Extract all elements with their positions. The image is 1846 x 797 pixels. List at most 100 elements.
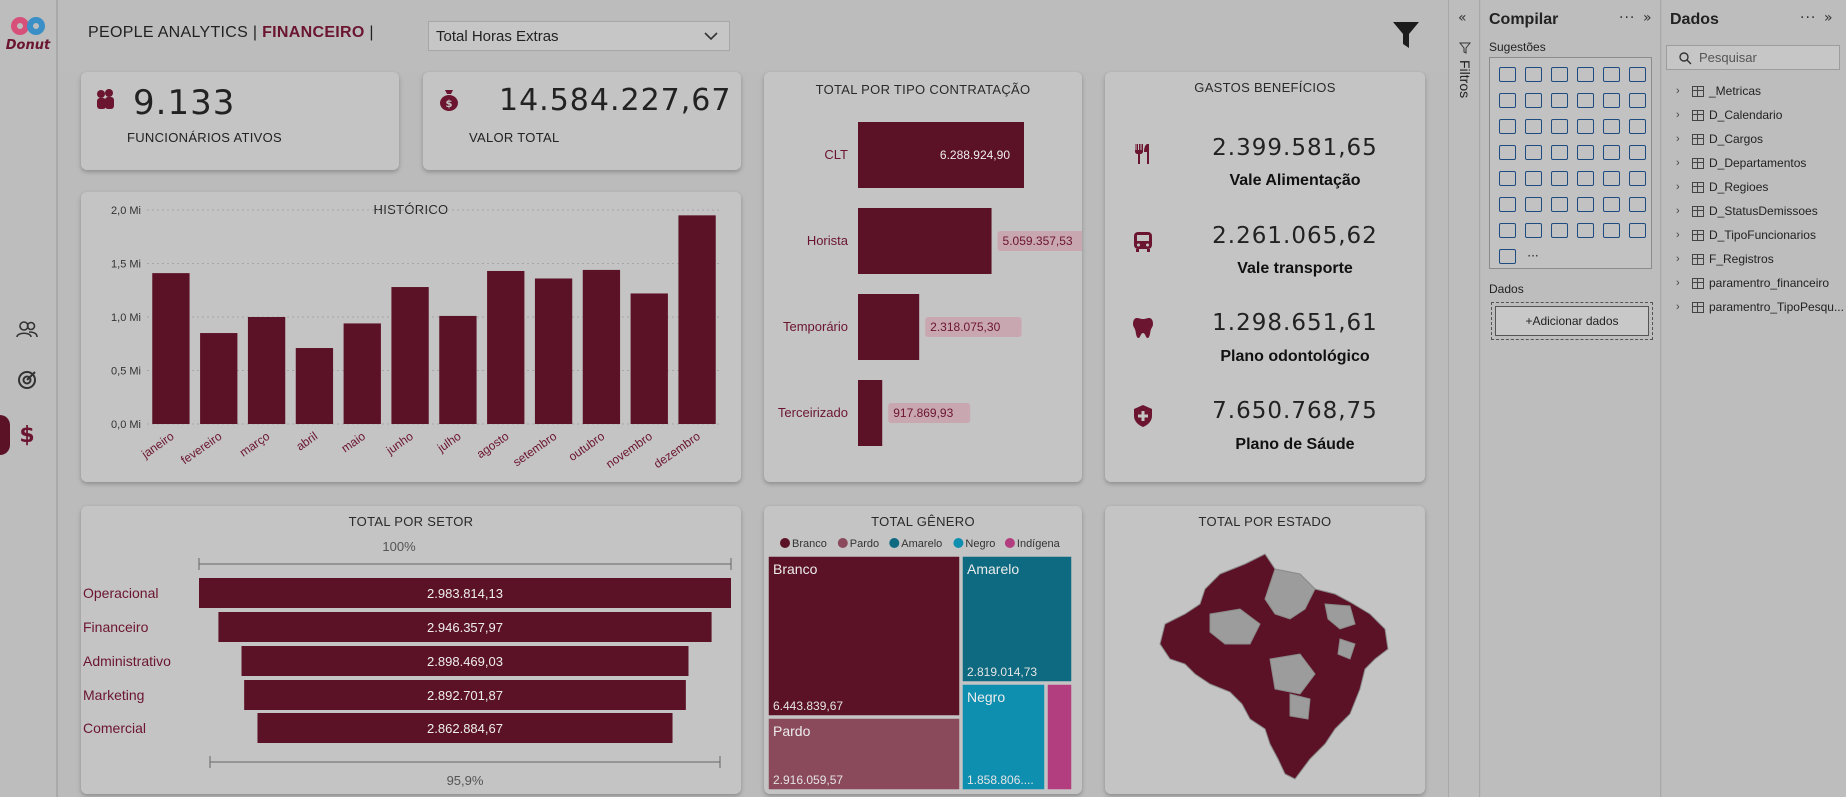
filter-icon[interactable] <box>1392 20 1420 50</box>
collapse-right-icon[interactable]: » <box>1824 10 1834 26</box>
bar[interactable] <box>152 273 190 424</box>
bar[interactable] <box>858 294 920 360</box>
visual-type-icon[interactable] <box>1572 217 1598 243</box>
visual-type-icon[interactable] <box>1520 87 1546 113</box>
data-table-item[interactable]: › D_Departamentos <box>1676 154 1806 172</box>
visual-type-icon[interactable] <box>1572 113 1598 139</box>
visual-type-icon[interactable] <box>1546 139 1572 165</box>
data-table-item[interactable]: › D_Cargos <box>1676 130 1763 148</box>
chevron-right-icon[interactable]: › <box>1676 205 1686 217</box>
bar[interactable] <box>200 333 238 424</box>
visual-type-icon[interactable] <box>1572 61 1598 87</box>
visual-type-icon[interactable] <box>1572 165 1598 191</box>
data-table-item[interactable]: › D_StatusDemissoes <box>1676 202 1818 220</box>
visual-type-icon[interactable] <box>1598 87 1624 113</box>
data-table-item[interactable]: › F_Registros <box>1676 250 1774 268</box>
legend-label[interactable]: Pardo <box>850 538 879 550</box>
bar[interactable] <box>391 287 429 424</box>
visual-type-icon[interactable] <box>1520 217 1546 243</box>
visual-type-icon[interactable] <box>1546 191 1572 217</box>
visual-type-icon[interactable] <box>1624 165 1650 191</box>
measure-dropdown[interactable]: Total Horas Extras <box>428 21 730 51</box>
visual-type-icon[interactable] <box>1494 61 1520 87</box>
visual-type-icon[interactable] <box>1520 61 1546 87</box>
add-data-button[interactable]: +Adicionar dados <box>1495 306 1649 336</box>
chevron-right-icon[interactable]: › <box>1676 301 1686 313</box>
visual-type-icon[interactable] <box>1598 139 1624 165</box>
bar[interactable] <box>858 380 883 446</box>
search-input[interactable]: Pesquisar <box>1666 45 1840 70</box>
data-table-item[interactable]: › D_Regioes <box>1676 178 1768 196</box>
data-table-item[interactable]: › D_TipoFuncionarios <box>1676 226 1816 244</box>
visual-type-icon[interactable] <box>1572 139 1598 165</box>
visual-type-icon[interactable] <box>1494 243 1520 269</box>
more-options-icon[interactable]: ··· <box>1619 10 1635 26</box>
bar[interactable] <box>630 293 668 424</box>
chevron-right-icon[interactable]: › <box>1676 229 1686 241</box>
visual-type-icon[interactable] <box>1546 165 1572 191</box>
bar[interactable] <box>678 215 716 424</box>
chevron-right-icon[interactable]: › <box>1676 277 1686 289</box>
visual-type-icon[interactable] <box>1494 217 1520 243</box>
visual-type-icon[interactable] <box>1624 191 1650 217</box>
visual-type-icon[interactable] <box>1598 113 1624 139</box>
bar[interactable] <box>487 270 525 424</box>
legend-label[interactable]: Negro <box>965 538 995 550</box>
visual-type-icon[interactable] <box>1624 217 1650 243</box>
collapse-right-icon[interactable]: » <box>1643 10 1653 26</box>
visual-type-icon[interactable] <box>1598 165 1624 191</box>
data-table-item[interactable]: › _Metricas <box>1676 82 1761 100</box>
visual-type-icon[interactable] <box>1624 139 1650 165</box>
legend-label[interactable]: Amarelo <box>901 538 942 550</box>
visual-type-icon[interactable] <box>1624 87 1650 113</box>
legend-label[interactable]: Branco <box>792 538 827 550</box>
more-options-icon[interactable]: ··· <box>1800 10 1816 26</box>
visual-type-icon[interactable] <box>1624 113 1650 139</box>
visual-type-icon[interactable] <box>1624 61 1650 87</box>
visual-type-icon[interactable] <box>1494 87 1520 113</box>
bar[interactable] <box>343 323 381 424</box>
visual-type-icon[interactable] <box>1546 217 1572 243</box>
bar[interactable] <box>582 269 621 424</box>
data-table-item[interactable]: › D_Calendario <box>1676 106 1782 124</box>
visual-type-icon[interactable] <box>1520 191 1546 217</box>
visual-type-icon[interactable] <box>1546 87 1572 113</box>
bar[interactable] <box>247 317 286 424</box>
dollar-nav-icon[interactable]: $ <box>12 420 42 450</box>
bar[interactable] <box>534 278 573 424</box>
chevron-right-icon[interactable]: › <box>1676 85 1686 97</box>
treemap-cell[interactable] <box>1046 683 1073 791</box>
chevron-right-icon[interactable]: › <box>1676 133 1686 145</box>
visual-type-icon[interactable] <box>1598 191 1624 217</box>
visual-type-icon[interactable] <box>1572 87 1598 113</box>
chevron-right-icon[interactable]: › <box>1676 253 1686 265</box>
visual-type-icon[interactable] <box>1598 217 1624 243</box>
brazil-map[interactable] <box>1150 544 1390 789</box>
bar[interactable] <box>295 348 334 424</box>
people-nav-icon[interactable] <box>12 314 42 344</box>
visual-type-icon[interactable] <box>1520 165 1546 191</box>
visual-type-icon[interactable] <box>1494 113 1520 139</box>
data-table-item[interactable]: › paramentro_TipoPesqu... <box>1676 298 1844 316</box>
bar[interactable] <box>858 208 992 274</box>
visual-type-icon[interactable] <box>1598 61 1624 87</box>
chevron-right-icon[interactable]: › <box>1676 181 1686 193</box>
legend-label[interactable]: Indígena <box>1017 538 1061 550</box>
visual-type-icon[interactable] <box>1520 139 1546 165</box>
target-nav-icon[interactable] <box>12 365 42 395</box>
visual-type-icon[interactable] <box>1546 113 1572 139</box>
treemap-cell[interactable] <box>767 555 961 717</box>
visual-type-icon[interactable] <box>1572 191 1598 217</box>
chevron-right-icon[interactable]: › <box>1676 109 1686 121</box>
visual-type-icon[interactable] <box>1494 191 1520 217</box>
collapse-left-icon[interactable]: « <box>1458 10 1467 26</box>
visual-type-icon[interactable] <box>1520 113 1546 139</box>
visual-type-icon[interactable]: ··· <box>1520 243 1546 269</box>
filters-pane[interactable]: « Filtros <box>1448 0 1480 797</box>
bar[interactable] <box>439 315 477 424</box>
visual-type-icon[interactable] <box>1546 61 1572 87</box>
visual-type-icon[interactable] <box>1494 139 1520 165</box>
chevron-right-icon[interactable]: › <box>1676 157 1686 169</box>
visual-type-icon[interactable] <box>1494 165 1520 191</box>
data-table-item[interactable]: › paramentro_financeiro <box>1676 274 1829 292</box>
